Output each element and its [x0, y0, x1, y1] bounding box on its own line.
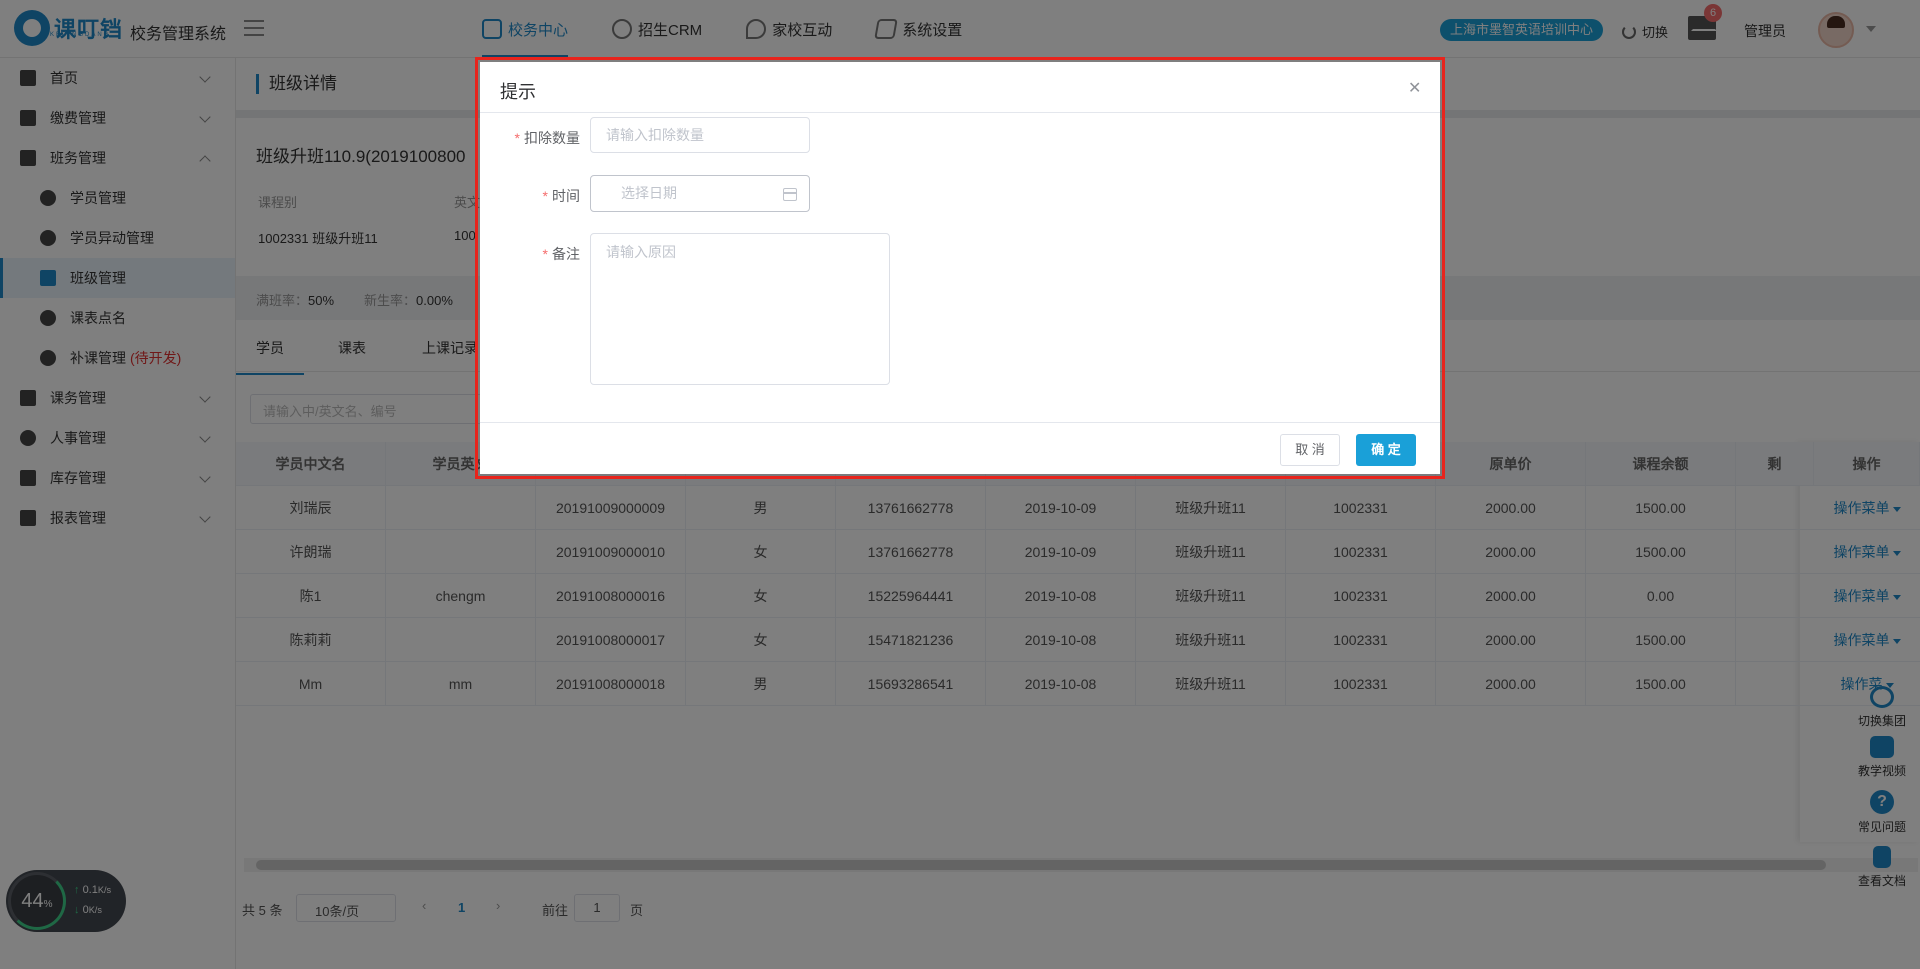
date-placeholder: 选择日期	[621, 185, 677, 201]
dialog-title: 提示	[500, 82, 536, 102]
cancel-button[interactable]: 取 消	[1280, 434, 1340, 466]
confirm-button[interactable]: 确 定	[1356, 434, 1416, 466]
prompt-dialog: 提示 ✕ * 扣除数量 请输入扣除数量 * 时间 选择日期 * 备注 请输入原因 取 …	[475, 57, 1445, 479]
calendar-icon	[783, 188, 797, 201]
remark-label: * 备注	[542, 246, 580, 262]
deduct-quantity-input[interactable]: 请输入扣除数量	[590, 117, 810, 153]
time-label: * 时间	[542, 188, 580, 204]
deduct-quantity-label: * 扣除数量	[514, 130, 580, 146]
date-picker[interactable]: 选择日期	[590, 175, 810, 212]
remark-textarea[interactable]: 请输入原因	[590, 233, 890, 385]
close-icon[interactable]: ✕	[1408, 78, 1421, 98]
divider	[480, 422, 1440, 423]
divider	[480, 112, 1440, 113]
